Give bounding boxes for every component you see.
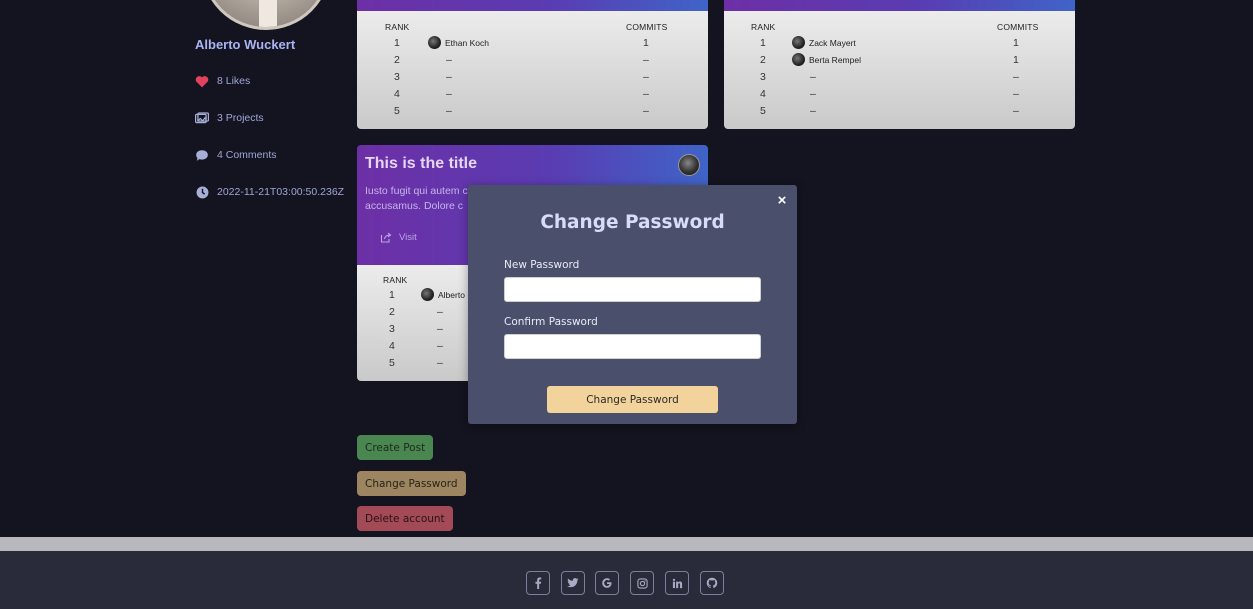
leaderboard-row-name: Berta Rempel [792, 53, 861, 66]
google-icon[interactable] [595, 571, 619, 595]
modal-title: Change Password [540, 212, 725, 233]
name-cell: – [437, 323, 443, 335]
rank-cell: 3 [389, 323, 395, 335]
leaderboard-row-name: Ethan Koch [428, 36, 489, 49]
commits-header: COMMITS [997, 22, 1039, 32]
leaderboard-row-name: Zack Mayert [792, 36, 856, 49]
delete-account-button[interactable]: Delete account [357, 506, 453, 531]
commits-header: COMMITS [626, 22, 668, 32]
commits-cell: – [643, 54, 649, 66]
name-cell: – [446, 105, 452, 117]
post-title: This is the title [365, 155, 478, 172]
commits-cell: 1 [1013, 54, 1019, 66]
confirm-password-field[interactable] [504, 334, 761, 359]
commits-cell: – [1013, 105, 1019, 117]
rank-cell: 3 [760, 71, 766, 83]
heart-icon [195, 74, 209, 88]
name-cell: – [810, 71, 816, 83]
confirm-password-label: Confirm Password [504, 316, 598, 328]
commits-cell: – [1013, 71, 1019, 83]
projects-stat: 3 Projects [195, 111, 264, 125]
rank-header: RANK [751, 22, 776, 32]
comment-icon [195, 148, 209, 162]
commits-cell: 1 [643, 37, 649, 49]
name-cell: – [437, 340, 443, 352]
rank-cell: 1 [760, 37, 766, 49]
rank-cell: 2 [760, 54, 766, 66]
github-icon[interactable] [700, 571, 724, 595]
name-cell: – [437, 306, 443, 318]
post-row-name: Alberto [421, 288, 465, 301]
rank-header: RANK [385, 22, 410, 32]
user-avatar [792, 53, 805, 66]
project-card-1 [357, 0, 708, 129]
likes-label: 8 Likes [217, 75, 251, 87]
footer-divider [0, 537, 1253, 551]
twitter-icon[interactable] [561, 571, 585, 595]
name-cell: – [446, 88, 452, 100]
name-cell: – [810, 105, 816, 117]
submit-change-password-button[interactable]: Change Password [547, 386, 718, 413]
rank-header: RANK [383, 275, 408, 285]
name-cell: – [437, 357, 443, 369]
create-post-button[interactable]: Create Post [357, 435, 434, 460]
date-label: 2022-11-21T03:00:50.236Z [217, 186, 345, 198]
commits-cell: – [1013, 88, 1019, 100]
project-card-2 [724, 0, 1075, 129]
images-icon [195, 111, 209, 125]
facebook-icon[interactable] [526, 571, 550, 595]
commits-cell: 1 [1013, 37, 1019, 49]
date-stat: 2022-11-21T03:00:50.236Z [195, 185, 344, 199]
likes-stat: 8 Likes [195, 74, 250, 88]
comments-stat: 4 Comments [195, 148, 277, 162]
projects-label: 3 Projects [217, 112, 264, 124]
linkedin-icon[interactable] [665, 571, 689, 595]
rank-cell: 2 [389, 306, 395, 318]
commits-cell: – [643, 71, 649, 83]
commits-cell: – [643, 105, 649, 117]
rank-cell: 4 [394, 88, 400, 100]
user-avatar [428, 36, 441, 49]
rank-cell: 4 [760, 88, 766, 100]
post-description: Iusto fugit qui autem c accusamus. Dolor… [365, 185, 468, 212]
change-password-button[interactable]: Change Password [357, 471, 466, 496]
rank-cell: 5 [389, 357, 395, 369]
name-cell: – [446, 54, 452, 66]
rank-cell: 5 [394, 105, 400, 117]
comments-label: 4 Comments [217, 149, 277, 161]
rank-cell: 5 [760, 105, 766, 117]
profile-name: Alberto Wuckert [195, 37, 296, 52]
post-author-avatar [678, 154, 700, 176]
profile-avatar [201, 0, 331, 30]
user-avatar [792, 36, 805, 49]
share-icon [380, 232, 392, 243]
rank-cell: 1 [394, 37, 400, 49]
visit-link[interactable]: Visit [380, 232, 417, 243]
clock-icon [195, 185, 209, 199]
new-password-label: New Password [504, 259, 580, 271]
visit-label: Visit [399, 232, 417, 243]
commits-cell: – [643, 88, 649, 100]
name-cell: – [446, 71, 452, 83]
name-cell: – [810, 88, 816, 100]
instagram-icon[interactable] [630, 571, 654, 595]
close-icon[interactable]: × [774, 192, 790, 210]
rank-cell: 3 [394, 71, 400, 83]
rank-cell: 4 [389, 340, 395, 352]
rank-cell: 2 [394, 54, 400, 66]
new-password-field[interactable] [504, 277, 761, 302]
user-avatar [421, 288, 434, 301]
footer [0, 551, 1253, 609]
rank-cell: 1 [389, 289, 395, 301]
